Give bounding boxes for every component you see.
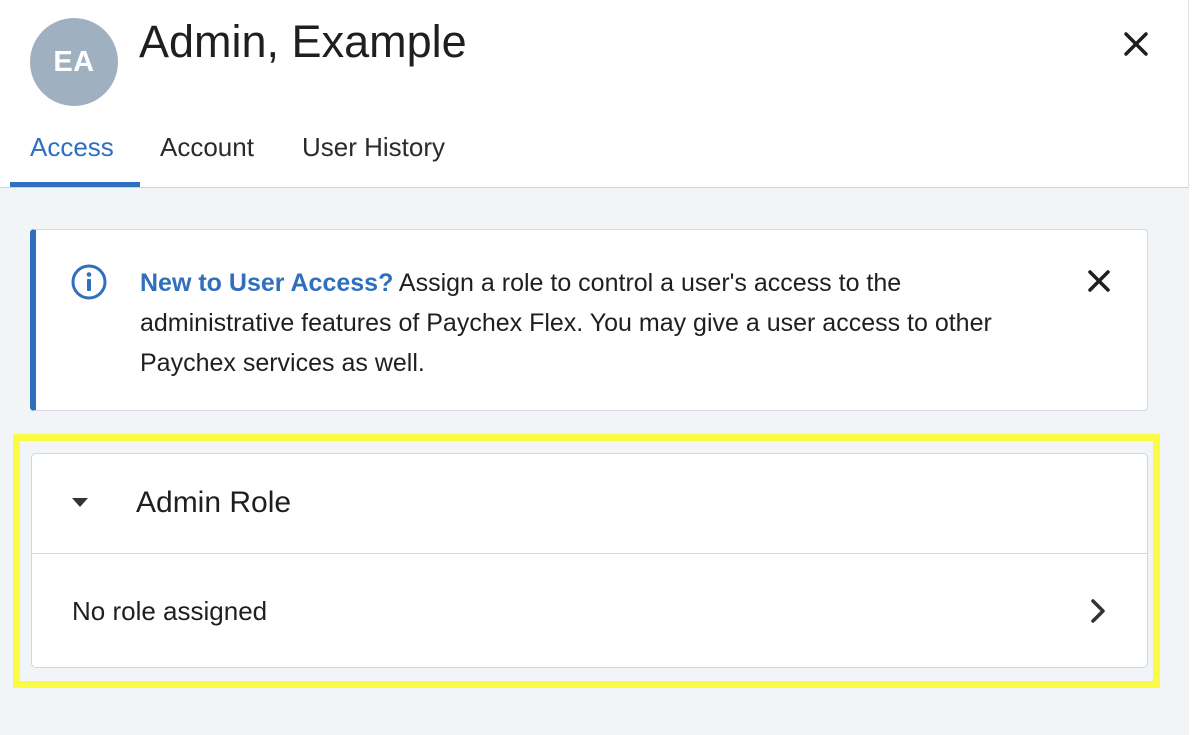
tab-access[interactable]: Access: [10, 118, 140, 187]
tab-bar: Access Account User History: [10, 118, 472, 188]
info-banner-lead: New to User Access?: [140, 269, 394, 297]
close-panel-button[interactable]: [1118, 26, 1154, 62]
user-name-title: Admin, Example: [139, 16, 467, 67]
user-detail-panel: EA Admin, Example Access Account User Hi…: [0, 0, 1189, 735]
avatar: EA: [30, 18, 118, 106]
info-icon: [71, 264, 107, 300]
admin-role-title: Admin Role: [136, 486, 292, 519]
panel-body: New to User Access? Assign a role to con…: [0, 188, 1189, 735]
info-banner-text: New to User Access? Assign a role to con…: [140, 263, 1040, 383]
info-banner: New to User Access? Assign a role to con…: [30, 229, 1148, 411]
chevron-right-icon: [1091, 599, 1105, 623]
tab-account-label: Account: [160, 132, 254, 162]
close-icon: [1124, 32, 1148, 56]
admin-role-toggle[interactable]: Admin Role: [32, 454, 1147, 554]
panel-header: EA Admin, Example Access Account User Hi…: [0, 0, 1188, 188]
dismiss-banner-button[interactable]: [1082, 264, 1116, 298]
tab-account[interactable]: Account: [140, 118, 282, 186]
avatar-initials: EA: [53, 45, 95, 78]
tab-user-history[interactable]: User History: [282, 118, 472, 186]
admin-role-card: Admin Role No role assigned: [31, 453, 1148, 668]
admin-role-row[interactable]: No role assigned: [32, 554, 1147, 667]
close-icon: [1088, 270, 1110, 292]
admin-role-value: No role assigned: [72, 596, 268, 626]
tab-user-history-label: User History: [302, 132, 446, 162]
tab-access-label: Access: [30, 132, 114, 162]
caret-down-icon: [72, 498, 88, 507]
